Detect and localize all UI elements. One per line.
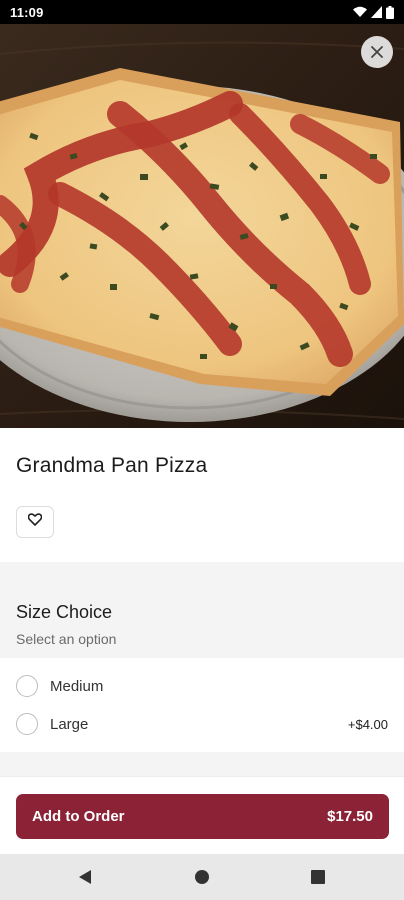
radio-button[interactable]: [16, 713, 38, 735]
section-divider: [0, 752, 404, 776]
option-group-subtitle: Select an option: [16, 631, 117, 647]
option-label: Large: [50, 715, 89, 733]
add-to-order-label: Add to Order: [32, 808, 125, 825]
item-photo: [0, 24, 404, 428]
option-price: +$4.00: [347, 716, 388, 732]
pizza-photo: [0, 24, 404, 428]
recents-icon[interactable]: [308, 867, 328, 887]
status-time: 11:09: [10, 4, 44, 20]
back-icon[interactable]: [75, 867, 95, 887]
order-total-price: $17.50: [327, 808, 373, 825]
status-icons: [353, 5, 394, 19]
home-icon[interactable]: [192, 867, 212, 887]
option-list: Medium Large +$4.00: [0, 658, 404, 752]
add-to-order-button[interactable]: Add to Order $17.50: [16, 794, 389, 839]
option-group-header: Size Choice Select an option: [0, 562, 404, 658]
status-bar: 11:09: [0, 0, 404, 24]
radio-button[interactable]: [16, 675, 38, 697]
favorite-button[interactable]: [16, 506, 54, 538]
close-button[interactable]: [361, 36, 393, 68]
option-medium[interactable]: Medium: [0, 667, 404, 705]
system-nav-bar: [0, 854, 404, 900]
heart-outline-icon: [27, 513, 43, 531]
battery-icon: [386, 5, 394, 19]
checkout-bar: Add to Order $17.50: [0, 776, 404, 854]
signal-icon: [371, 6, 382, 18]
wifi-icon: [353, 6, 367, 18]
item-header: Grandma Pan Pizza: [0, 428, 404, 562]
option-group-title: Size Choice: [16, 602, 113, 622]
close-icon: [370, 45, 384, 59]
item-title: Grandma Pan Pizza: [16, 454, 208, 477]
option-label: Medium: [50, 677, 104, 695]
option-large[interactable]: Large +$4.00: [0, 705, 404, 743]
